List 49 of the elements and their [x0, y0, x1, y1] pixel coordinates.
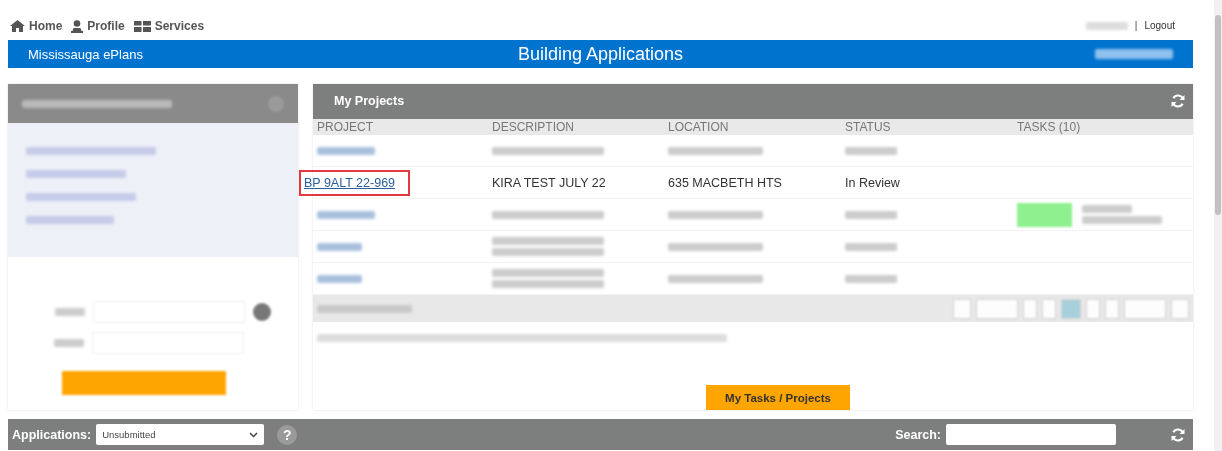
site-name: Mississauga ePlans: [27, 46, 144, 62]
page-button[interactable]: [1124, 298, 1166, 319]
blurred-text: [845, 146, 897, 155]
blurred-text: [1082, 205, 1132, 214]
search-label: Search:: [895, 427, 941, 442]
column-header: DESCRIPTION: [491, 120, 575, 135]
page-button[interactable]: [1086, 298, 1100, 319]
column-header: STATUS: [844, 120, 892, 135]
page-button[interactable]: [1105, 298, 1119, 319]
logout-link[interactable]: Logout: [1144, 20, 1175, 31]
column-header: LOCATION: [667, 120, 730, 135]
table-cell-text: 635 MACBETH HTS: [668, 175, 783, 190]
blurred-text: [55, 308, 85, 316]
refresh-icon[interactable]: [1171, 427, 1185, 442]
applications-select[interactable]: Unsubmitted: [96, 424, 265, 445]
nav-link[interactable]: Profile: [71, 19, 125, 33]
nav-link[interactable]: Services: [133, 19, 205, 33]
page-button[interactable]: [1061, 298, 1081, 319]
applications-label: Applications:: [12, 427, 92, 442]
nav-link[interactable]: Home: [10, 19, 63, 33]
my-tasks-button[interactable]: My Tasks / Projects: [706, 385, 850, 410]
blurred-text: [54, 339, 84, 347]
refresh-icon[interactable]: [1171, 94, 1185, 109]
blurred-text: [845, 242, 897, 251]
column-header: TASKS (10): [1016, 120, 1082, 135]
grid-icon: [133, 20, 151, 32]
page-title: Building Applications: [517, 43, 684, 65]
page-button[interactable]: [1171, 298, 1189, 319]
person-icon: [71, 19, 84, 33]
scrollbar[interactable]: [1214, 0, 1222, 451]
blurred-button[interactable]: [1017, 202, 1072, 227]
blurred-button[interactable]: [62, 371, 226, 395]
table-cell-text: In Review: [845, 175, 901, 190]
chevron-icon: [249, 431, 259, 438]
panel-title: My Projects: [334, 94, 405, 109]
page-button[interactable]: [1023, 298, 1037, 319]
separator-text: |: [1134, 20, 1138, 31]
search-field[interactable]: [946, 424, 1116, 445]
page-button[interactable]: [976, 298, 1018, 319]
help-icon[interactable]: [253, 303, 271, 321]
table-cell-text: KIRA TEST JULY 22: [492, 175, 607, 190]
blurred-username: [1085, 21, 1128, 30]
column-header: PROJECT: [316, 120, 374, 135]
home-icon: [10, 20, 25, 32]
page-button[interactable]: [1042, 298, 1056, 319]
project-link[interactable]: BP 9ALT 22-969: [304, 175, 396, 190]
blurred-text: [845, 210, 897, 219]
page-button[interactable]: [953, 298, 971, 319]
blurred-text: [845, 274, 897, 283]
